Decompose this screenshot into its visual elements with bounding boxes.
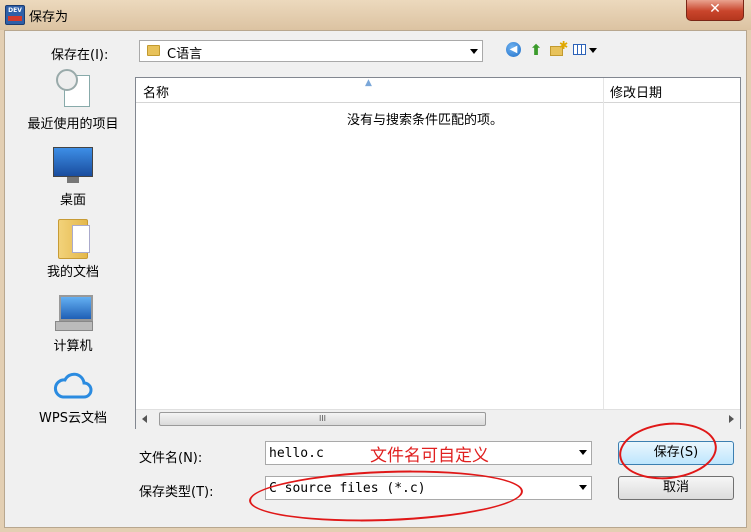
new-folder-button[interactable]: ✱ [549, 39, 568, 59]
place-computer[interactable]: 计算机 [11, 295, 135, 354]
chevron-down-icon [589, 48, 597, 53]
desktop-icon [53, 147, 93, 185]
column-name-header[interactable]: 名称 [143, 82, 169, 101]
place-label: 计算机 [53, 339, 93, 354]
cloud-icon [52, 369, 94, 403]
filetype-value: C source files (*.c) [269, 481, 426, 496]
empty-message: 没有与搜索条件匹配的项。 [347, 113, 504, 128]
save-in-dropdown[interactable]: C语言 [139, 40, 483, 62]
column-header: 名称 ▲ 修改日期 [136, 78, 740, 103]
scroll-left-icon[interactable] [142, 415, 147, 423]
chevron-down-icon[interactable] [579, 485, 587, 490]
scroll-right-icon[interactable] [729, 415, 734, 423]
chevron-down-icon[interactable] [579, 450, 587, 455]
app-icon: DEV [5, 5, 25, 25]
up-folder-button[interactable]: ⬆ [527, 41, 545, 59]
save-in-value: C语言 [167, 47, 203, 62]
place-label: 最近使用的项目 [27, 117, 119, 132]
filetype-dropdown[interactable]: C source files (*.c) [265, 476, 592, 500]
filename-label: 文件名(N): [139, 451, 203, 466]
save-button[interactable]: 保存(S) [618, 441, 734, 465]
column-date-header[interactable]: 修改日期 [610, 82, 662, 101]
place-desktop[interactable]: 桌面 [11, 147, 135, 208]
place-wps-cloud[interactable]: WPS云文档 [11, 369, 135, 426]
scroll-thumb[interactable]: III [159, 412, 486, 426]
filename-value[interactable]: hello.c [269, 446, 324, 461]
save-in-label: 保存在(I): [51, 48, 109, 63]
chevron-down-icon[interactable] [470, 49, 478, 54]
place-documents[interactable]: 我的文档 [11, 217, 135, 280]
documents-icon [58, 217, 90, 259]
folder-icon [147, 45, 160, 56]
place-label: 我的文档 [46, 265, 99, 280]
back-button[interactable]: ◀ [505, 41, 523, 59]
annotation-text: 文件名可自定义 [370, 446, 489, 466]
place-recent[interactable]: 最近使用的项目 [11, 69, 135, 132]
title-bar: DEV 保存为 ✕ [0, 0, 751, 30]
sort-ascending-icon: ▲ [365, 78, 372, 88]
place-label: 桌面 [59, 193, 86, 208]
cancel-button[interactable]: 取消 [618, 476, 734, 500]
close-button[interactable]: ✕ [686, 0, 744, 21]
save-dialog: 保存在(I): C语言 ◀ ⬆ ✱ 最近使用的项目 桌面 我的文档 计算机 WP… [4, 30, 747, 528]
back-icon: ◀ [506, 42, 521, 57]
place-label: WPS云文档 [39, 411, 107, 426]
file-list[interactable]: 名称 ▲ 修改日期 没有与搜索条件匹配的项。 III [135, 77, 741, 429]
column-divider[interactable] [603, 78, 604, 428]
computer-icon [53, 295, 93, 331]
window-title: 保存为 [29, 10, 69, 25]
horizontal-scrollbar[interactable]: III [136, 409, 740, 429]
up-folder-icon: ⬆ [529, 41, 543, 59]
filetype-label: 保存类型(T): [139, 485, 214, 500]
recent-items-icon [56, 69, 90, 109]
view-menu-icon [573, 44, 586, 55]
places-bar: 最近使用的项目 桌面 我的文档 计算机 WPS云文档 [11, 69, 135, 479]
view-menu-button[interactable] [573, 41, 601, 59]
